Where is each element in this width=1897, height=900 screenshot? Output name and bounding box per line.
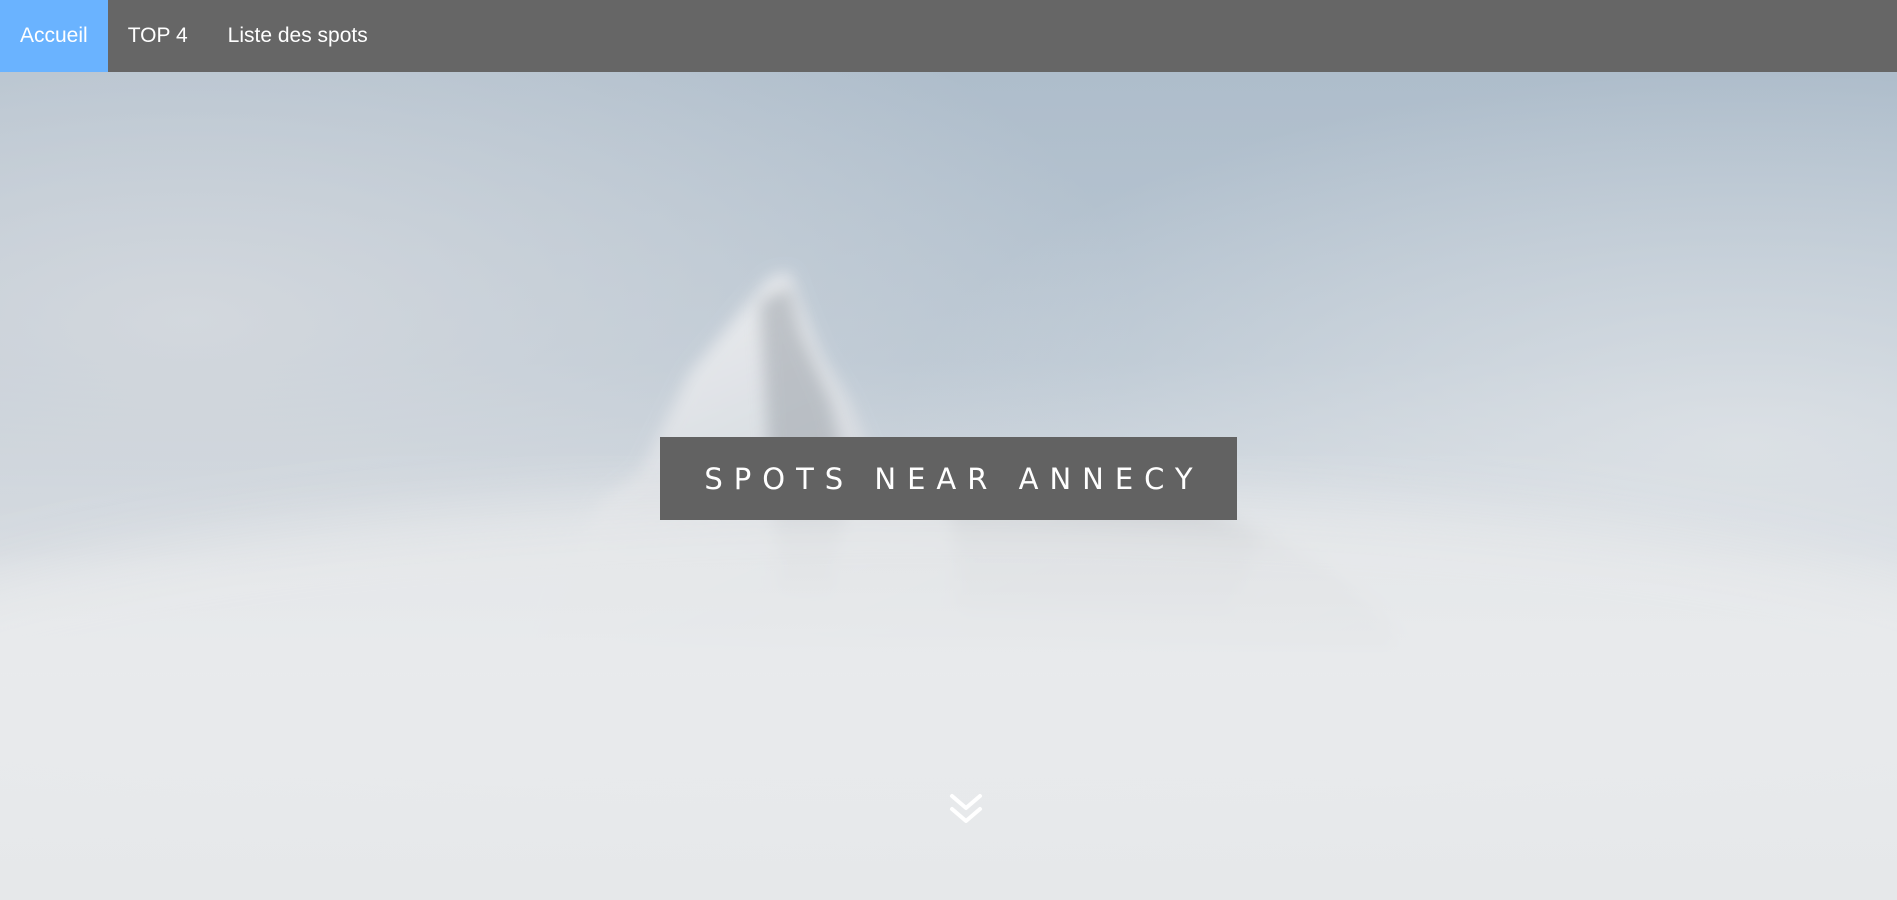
nav-item-top4[interactable]: TOP 4 (108, 0, 208, 72)
nav-item-label: Liste des spots (227, 24, 368, 47)
hero-title: SPOTS NEAR ANNECY (704, 461, 1204, 496)
hero-title-box: SPOTS NEAR ANNECY (660, 437, 1237, 520)
nav-item-liste-des-spots[interactable]: Liste des spots (208, 0, 388, 72)
nav-item-accueil[interactable]: Accueil (0, 0, 108, 72)
nav-item-label: TOP 4 (127, 24, 188, 47)
nav-item-label: Accueil (20, 24, 88, 47)
hero-section: SPOTS NEAR ANNECY (0, 72, 1897, 900)
top-navbar: Accueil TOP 4 Liste des spots (0, 0, 1897, 72)
page: Accueil TOP 4 Liste des spots SPOTS NEAR… (0, 0, 1897, 900)
double-chevron-down-icon[interactable] (946, 790, 986, 830)
